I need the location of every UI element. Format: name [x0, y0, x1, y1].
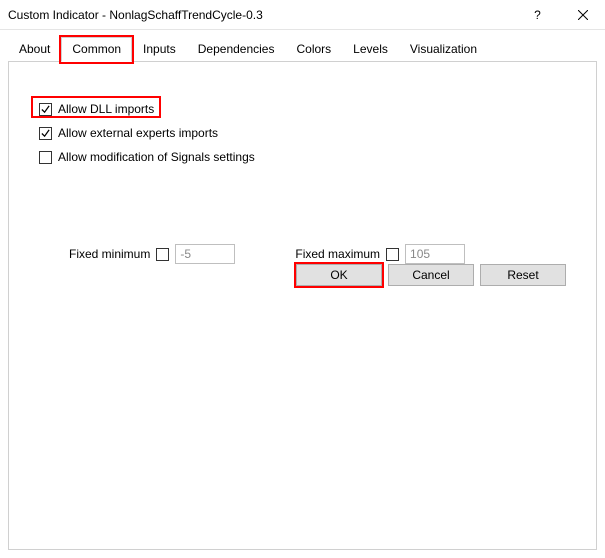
tab-label: About	[19, 42, 50, 56]
tab-colors[interactable]: Colors	[285, 37, 342, 62]
checkmark-icon	[41, 129, 50, 138]
tab-strip: About Common Inputs Dependencies Colors …	[8, 36, 597, 61]
reset-label: Reset	[507, 268, 538, 282]
fixed-min-checkbox[interactable]	[156, 248, 169, 261]
tab-label: Colors	[296, 42, 331, 56]
tab-label: Visualization	[410, 42, 477, 56]
ok-button[interactable]: OK	[296, 264, 382, 286]
allow-experts-checkbox[interactable]	[39, 127, 52, 140]
allow-dll-label: Allow DLL imports	[58, 102, 154, 116]
tab-label: Dependencies	[198, 42, 275, 56]
tab-levels[interactable]: Levels	[342, 37, 399, 62]
fixed-min-input[interactable]: -5	[175, 244, 235, 264]
allow-experts-row: Allow external experts imports	[39, 126, 566, 140]
fixed-min-value: -5	[180, 247, 191, 261]
allow-signals-label: Allow modification of Signals settings	[58, 150, 255, 164]
fixed-row: Fixed minimum -5 Fixed maximum 105	[39, 244, 566, 264]
tab-label: Inputs	[143, 42, 176, 56]
ok-label: OK	[330, 268, 347, 282]
fixed-max-checkbox[interactable]	[386, 248, 399, 261]
reset-button[interactable]: Reset	[480, 264, 566, 286]
client-area: About Common Inputs Dependencies Colors …	[0, 30, 605, 558]
window-title: Custom Indicator - NonlagSchaffTrendCycl…	[8, 8, 515, 22]
help-button[interactable]: ?	[515, 0, 560, 30]
fixed-min-label: Fixed minimum	[69, 247, 150, 261]
cancel-label: Cancel	[412, 268, 449, 282]
allow-signals-checkbox[interactable]	[39, 151, 52, 164]
fixed-max-group: Fixed maximum 105	[295, 244, 465, 264]
allow-dll-checkbox[interactable]	[39, 103, 52, 116]
cancel-button[interactable]: Cancel	[388, 264, 474, 286]
tab-label: Common	[72, 42, 121, 56]
titlebar: Custom Indicator - NonlagSchaffTrendCycl…	[0, 0, 605, 30]
tab-label: Levels	[353, 42, 388, 56]
checkmark-icon	[41, 105, 50, 114]
close-button[interactable]	[560, 0, 605, 30]
fixed-max-value: 105	[410, 247, 430, 261]
tab-visualization[interactable]: Visualization	[399, 37, 488, 62]
close-icon	[578, 10, 588, 20]
fixed-max-label: Fixed maximum	[295, 247, 380, 261]
allow-dll-row: Allow DLL imports	[39, 102, 566, 116]
fixed-max-input[interactable]: 105	[405, 244, 465, 264]
fixed-min-group: Fixed minimum -5	[69, 244, 235, 264]
tab-inputs[interactable]: Inputs	[132, 37, 187, 62]
tab-about[interactable]: About	[8, 37, 61, 62]
tab-panel-common: Allow DLL imports Allow external experts…	[8, 61, 597, 550]
allow-signals-row: Allow modification of Signals settings	[39, 150, 566, 164]
allow-experts-label: Allow external experts imports	[58, 126, 218, 140]
dialog-buttons: OK Cancel Reset	[39, 264, 566, 286]
tab-common[interactable]: Common	[61, 37, 132, 62]
tab-dependencies[interactable]: Dependencies	[187, 37, 286, 62]
